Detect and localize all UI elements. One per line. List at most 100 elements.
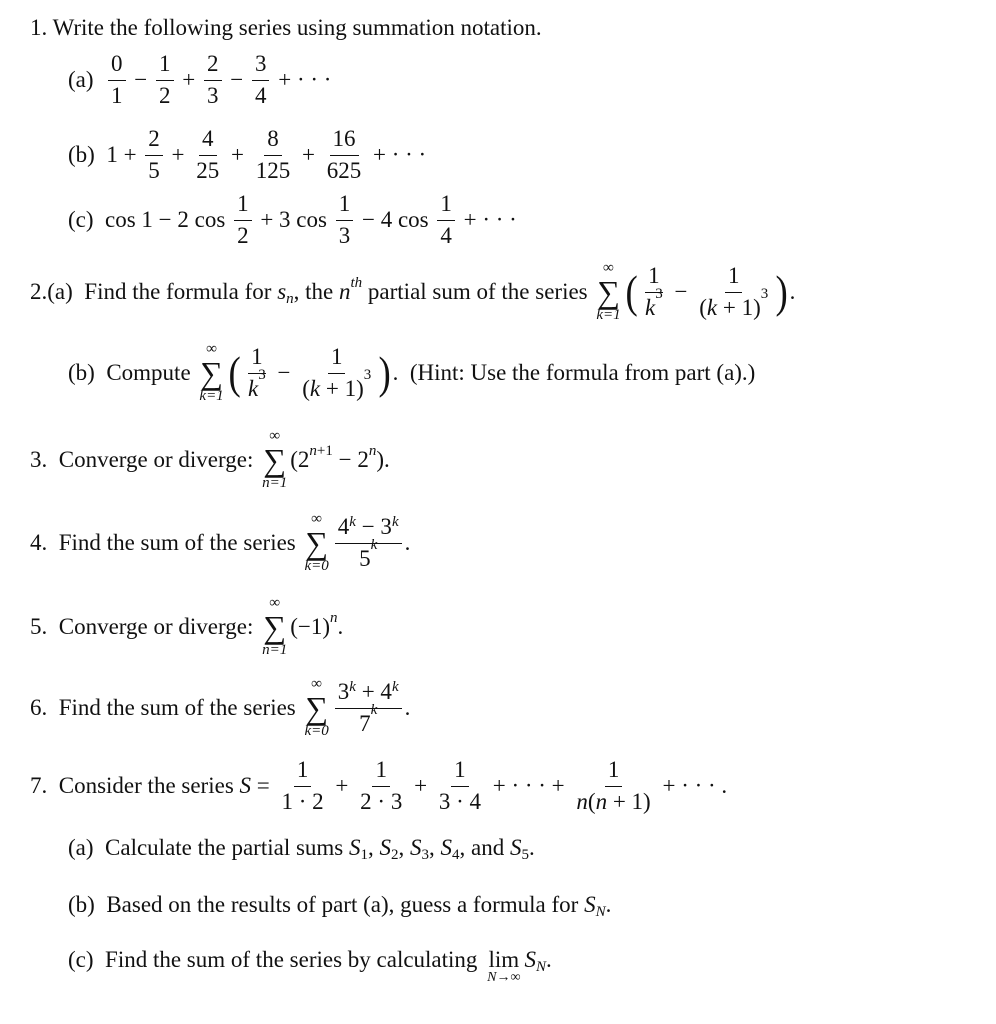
numerator: 2: [145, 126, 163, 156]
limit-operator: lim N→∞: [487, 948, 520, 985]
text: (2: [290, 447, 310, 472]
text: ).: [376, 447, 390, 472]
subscript: N: [596, 904, 606, 921]
denominator: (k + 1) 3: [696, 286, 771, 321]
superscript: k: [392, 679, 399, 696]
text: 1: [454, 757, 466, 783]
text: (c) cos 1 − 2 cos: [68, 207, 232, 232]
sigma-symbol: ∑: [305, 525, 329, 561]
denominator: 5k: [356, 537, 380, 572]
math-variable: S: [524, 947, 537, 972]
text: partial sum of the series: [362, 279, 594, 304]
denominator: 7k: [356, 702, 380, 737]
sigma-symbol: ∑: [263, 442, 287, 478]
denominator: k3: [642, 286, 666, 321]
text: (: [587, 788, 596, 814]
summation: ∞ ∑ k=1: [199, 342, 223, 404]
text: 4: [202, 126, 214, 152]
text: 3: [421, 846, 430, 863]
denominator: k3: [245, 367, 269, 402]
text: 0: [111, 51, 123, 77]
math-variable: n: [309, 442, 317, 459]
text: (a): [68, 67, 106, 92]
math-variable: k: [391, 514, 399, 531]
text: .: [404, 530, 411, 555]
subscript: N: [536, 959, 546, 976]
text: + 1): [607, 788, 651, 814]
text: 625: [326, 157, 362, 183]
numerator: 8: [264, 126, 282, 156]
text: 5: [359, 545, 371, 571]
text: +: [329, 773, 355, 798]
text: −: [668, 279, 694, 304]
fraction: 13: [335, 191, 354, 249]
text: +: [176, 67, 201, 92]
math-variable: n: [368, 442, 377, 459]
lim-subscript: N→∞: [487, 969, 521, 985]
text: 2 · 3: [360, 788, 403, 814]
text: + · · · .: [656, 773, 728, 798]
numerator: 1: [437, 191, 455, 221]
math-variable: k: [370, 536, 378, 553]
big-parenthesis: ): [775, 266, 789, 317]
superscript: k: [371, 702, 378, 719]
denominator: 1 · 2: [279, 787, 327, 815]
math-variable: k: [391, 679, 399, 696]
numerator: 0: [108, 51, 126, 81]
math-variable: S: [379, 835, 392, 860]
text: 1: [296, 757, 309, 783]
document-line: 2.(a) Find the formula for sn, the n th p…: [30, 257, 795, 327]
fraction: 1 n(n + 1): [573, 757, 653, 815]
subscript: 5: [521, 847, 529, 864]
text: 1: [727, 263, 740, 289]
lower-limit: k=1: [596, 307, 621, 323]
subscript: 1: [361, 847, 369, 864]
denominator: 3: [204, 81, 222, 109]
superscript: k: [371, 537, 378, 554]
math-variable: N: [595, 903, 606, 920]
superscript: k: [349, 514, 356, 531]
superscript: 3: [655, 286, 663, 303]
math-variable: k: [248, 375, 259, 401]
document-line: (c) cos 1 − 2 cos 12 + 3 cos 13 − 4 cos …: [68, 185, 517, 255]
summation: ∞ ∑ k=0: [305, 512, 329, 574]
numerator: 4k − 3k: [334, 514, 402, 544]
text: +1: [316, 442, 333, 459]
text: 1: [111, 82, 123, 108]
text: .: [605, 892, 612, 917]
numerator: 1: [451, 757, 469, 787]
text: 2: [159, 82, 171, 108]
text: (b) Based on the results of part (a), gu…: [68, 892, 585, 917]
lower-limit: n=1: [262, 642, 288, 658]
math-variable: S: [410, 835, 422, 860]
document-line: (b) Compute ∞ ∑ k=1(1 k 3 − 1(k + 1) 3). (Hin…: [68, 338, 755, 408]
text: 1: [338, 191, 351, 217]
fraction: 4k − 3k5k: [334, 514, 402, 572]
denominator: 25: [193, 156, 222, 184]
text: (b) Compute: [68, 360, 197, 385]
text: 3. Converge or diverge:: [30, 447, 260, 472]
math-variable: S: [349, 835, 361, 860]
summation: ∞ ∑ n=1: [262, 596, 287, 658]
text: .: [789, 279, 796, 304]
text: 8: [267, 126, 279, 152]
text: (: [699, 294, 707, 320]
text: 1: [159, 51, 171, 77]
lower-limit: k=0: [304, 723, 329, 739]
text: 2.(a) Find the formula for: [30, 279, 278, 304]
fraction: 23: [204, 51, 222, 109]
numerator: 1: [604, 757, 623, 787]
text: 1: [237, 191, 249, 217]
sigma-symbol: ∑: [305, 690, 329, 726]
document-line: (a) 01 − 12 + 23 − 34 + · · ·: [68, 45, 331, 115]
math-variable: S: [584, 892, 596, 917]
fraction: 1 1 · 2: [279, 757, 327, 815]
math-variable: S: [440, 835, 453, 860]
text: (−1): [290, 614, 331, 639]
text: 1 · 2: [281, 788, 324, 814]
text: 1: [375, 757, 387, 783]
text: + 1): [320, 375, 364, 401]
math-variable: n: [330, 609, 338, 626]
text: − 4 cos: [356, 207, 435, 232]
text: 1: [330, 344, 343, 370]
